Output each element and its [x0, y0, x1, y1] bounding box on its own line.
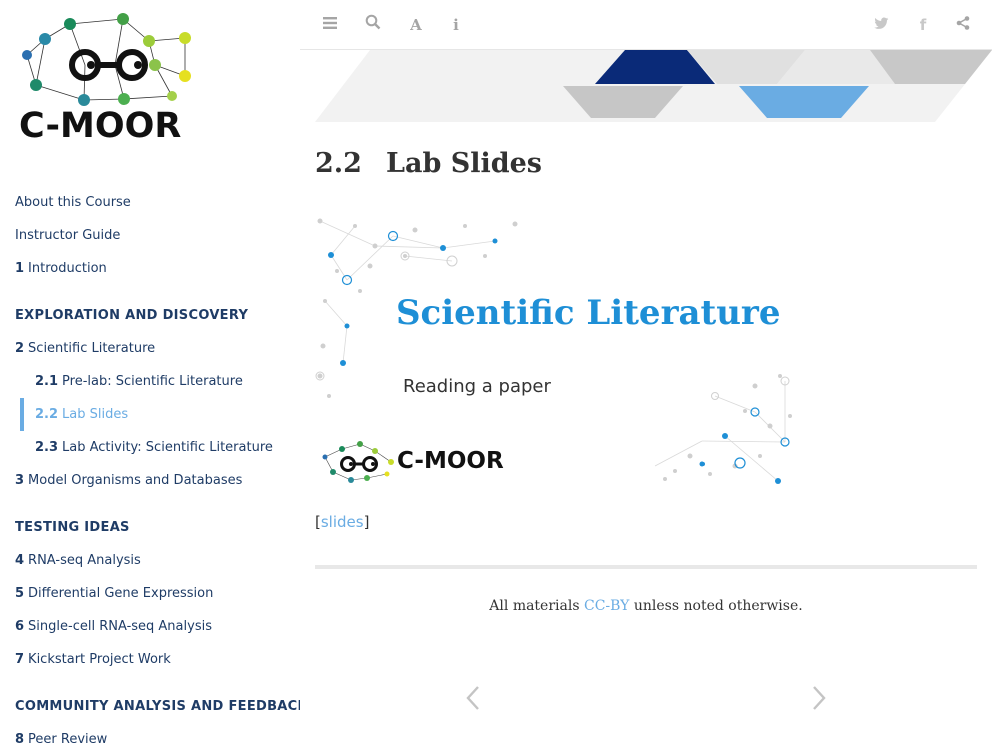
toc-label: Scientific Literature: [28, 341, 156, 356]
toc-item-peer-review[interactable]: 8 Peer Review: [0, 723, 300, 744]
font-icon[interactable]: A: [406, 14, 426, 36]
bracket-close: ]: [363, 513, 370, 531]
slides-link-paragraph: [slides]: [315, 513, 369, 531]
toc-label: Kickstart Project Work: [28, 652, 171, 667]
toc-label: Single-cell RNA-seq Analysis: [28, 619, 212, 634]
toc-number: 3: [15, 473, 25, 488]
content-divider: [315, 565, 977, 569]
toc-label: Instructor Guide: [15, 228, 121, 243]
license-footer: All materials CC-BY unless noted otherwi…: [315, 598, 977, 614]
sidebar: C-MOOR About this Course Instructor Guid…: [0, 0, 300, 744]
toc-number: 7: [15, 652, 25, 667]
toc-label: Lab Activity: Scientific Literature: [62, 440, 273, 455]
toc-label: Introduction: [28, 261, 107, 276]
toc-number: 2.1: [35, 374, 59, 389]
toc-item-instructor-guide[interactable]: Instructor Guide: [0, 219, 300, 252]
facebook-icon[interactable]: f: [913, 14, 933, 36]
course-logo[interactable]: C-MOOR: [15, 10, 205, 150]
slide-title: Scientific Literature: [396, 293, 781, 333]
toc-item-introduction[interactable]: 1 Introduction: [0, 252, 300, 285]
toc-label: About this Course: [15, 195, 131, 210]
slides-link[interactable]: slides: [321, 513, 364, 531]
footer-suffix: unless noted otherwise.: [629, 598, 803, 614]
toc-label: Differential Gene Expression: [28, 586, 214, 601]
toc-item-single-cell[interactable]: 6 Single-cell RNA-seq Analysis: [0, 610, 300, 643]
toc-part-testing-ideas: TESTING IDEAS: [15, 520, 130, 535]
logo-text: C-MOOR: [19, 106, 182, 146]
slide-logo-text: C-MOOR: [397, 448, 504, 474]
footer-prefix: All materials: [489, 598, 584, 614]
network-decoration: [315, 218, 792, 484]
toc-number: 5: [15, 586, 25, 601]
next-page-button[interactable]: [806, 680, 830, 716]
toc-label: Pre-lab: Scientific Literature: [62, 374, 243, 389]
toc-number: 1: [15, 261, 25, 276]
slide-preview-image: Scientific Literature Reading a paper C-…: [315, 216, 795, 488]
search-icon[interactable]: [363, 14, 383, 36]
share-icon[interactable]: [953, 14, 973, 36]
toc-number: 8: [15, 732, 25, 744]
toc-item-about[interactable]: About this Course: [0, 186, 300, 219]
title-text: Lab Slides: [385, 148, 543, 179]
top-toolbar: A i f: [300, 0, 992, 50]
previous-page-button[interactable]: [462, 680, 486, 716]
toc-item-lab-activity[interactable]: 2.3 Lab Activity: Scientific Literature: [0, 431, 300, 464]
toc-label: Lab Slides: [62, 407, 129, 422]
toc-number: 6: [15, 619, 25, 634]
toc-item-scientific-literature[interactable]: 2 Scientific Literature: [0, 332, 300, 365]
toc-label: Model Organisms and Databases: [28, 473, 243, 488]
twitter-icon[interactable]: [871, 14, 891, 36]
info-icon[interactable]: i: [446, 14, 466, 36]
page-title: 2.2 Lab Slides: [315, 148, 542, 179]
toc-item-differential-expression[interactable]: 5 Differential Gene Expression: [0, 577, 300, 610]
toc-item-rna-seq[interactable]: 4 RNA-seq Analysis: [0, 544, 300, 577]
header-banner: [315, 50, 992, 122]
toc-part-exploration: EXPLORATION AND DISCOVERY: [15, 308, 249, 323]
chevron-right-icon: [813, 686, 826, 710]
title-number: 2.2: [315, 148, 362, 179]
toc-number: 2.3: [35, 440, 59, 455]
toc-part-community: COMMUNITY ANALYSIS AND FEEDBACK: [15, 699, 300, 714]
chevron-left-icon: [466, 686, 479, 710]
toc-item-kickstart[interactable]: 7 Kickstart Project Work: [0, 643, 300, 676]
license-link[interactable]: CC-BY: [584, 598, 629, 614]
toc-item-lab-slides[interactable]: 2.2 Lab Slides: [0, 398, 300, 431]
toc-label: Peer Review: [28, 732, 108, 744]
network-logo-graphic: [22, 13, 191, 106]
toc-nav: About this Course Instructor Guide 1 Intr…: [0, 186, 300, 744]
toc-number: 4: [15, 553, 25, 568]
toc-number: 2.2: [35, 407, 59, 422]
menu-icon[interactable]: [320, 14, 340, 36]
slide-subtitle: Reading a paper: [403, 376, 551, 397]
toc-item-prelab[interactable]: 2.1 Pre-lab: Scientific Literature: [0, 365, 300, 398]
toc-number: 2: [15, 341, 25, 356]
toc-label: RNA-seq Analysis: [28, 553, 141, 568]
toc-item-model-organisms[interactable]: 3 Model Organisms and Databases: [0, 464, 300, 497]
